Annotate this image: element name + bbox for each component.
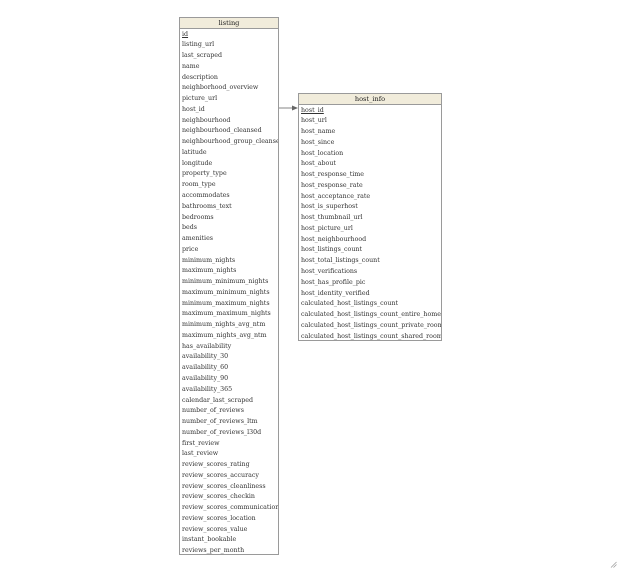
- relationship-layer: [279, 105, 298, 111]
- resize-grip-icon[interactable]: [610, 561, 617, 568]
- arrowhead-icon: [292, 105, 298, 111]
